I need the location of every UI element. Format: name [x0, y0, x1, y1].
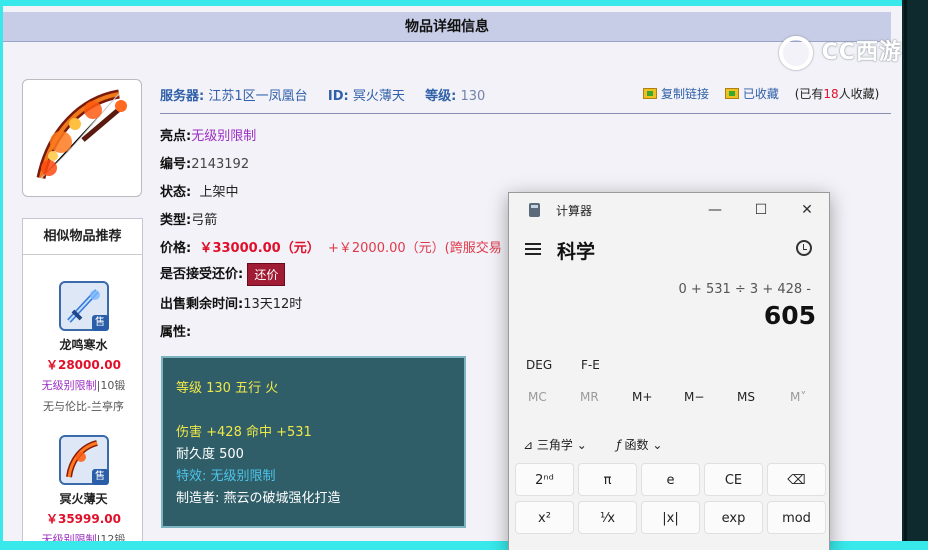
server-value: 江苏1区一凤凰台: [208, 89, 308, 104]
calculator-app-icon: [529, 203, 540, 217]
similar-item-name[interactable]: 龙鸣寒水: [23, 336, 144, 353]
favorited-button[interactable]: 已收藏: [724, 87, 779, 101]
function-dropdown[interactable]: ƒ 函数 ⌄: [616, 438, 662, 452]
bow-icon: [36, 89, 127, 179]
number-row: 编号:2143192: [160, 157, 250, 172]
similar-item-thumbnail[interactable]: 售: [58, 281, 109, 331]
summary-divider: [160, 113, 891, 114]
absolute-key[interactable]: |x|: [641, 501, 700, 534]
price-row: 价格: ￥33000.00（元） +￥2000.00（元）(跨服交易: [160, 241, 502, 256]
hamburger-menu-icon[interactable]: [525, 243, 541, 258]
memory-recall-button[interactable]: MR: [580, 390, 599, 404]
highlight-value: 无级别限制: [191, 129, 257, 144]
similar-item[interactable]: 售 冥火薄天 ￥35999.00 无级别限制|12锻: [23, 435, 144, 541]
mod-key[interactable]: mod: [767, 501, 826, 534]
chevron-down-icon: ⌄: [576, 438, 587, 452]
sell-badge: 售: [91, 469, 109, 485]
fe-toggle[interactable]: F-E: [581, 358, 600, 372]
item-image: [22, 79, 142, 197]
exp-key[interactable]: exp: [704, 501, 763, 534]
attr-level-element: 等级 130 五行 火: [176, 381, 279, 396]
function-icon: ƒ: [616, 438, 621, 452]
reciprocal-key[interactable]: ¹⁄x: [578, 501, 637, 534]
deg-toggle[interactable]: DEG: [526, 358, 552, 372]
status-value: 上架中: [199, 185, 239, 200]
item-actions: 复制链接 已收藏 (已有18人收藏): [643, 85, 879, 102]
attr-damage-hit: 伤害 +428 命中 +531: [176, 425, 312, 440]
site-watermark: CC西游: [779, 34, 902, 70]
chevron-down-icon: ⌄: [652, 438, 663, 452]
calculator-titlebar[interactable]: 计算器 — ☐ ✕: [509, 193, 829, 227]
copy-link-button[interactable]: 复制链接: [643, 87, 709, 101]
counter-offer-row: 是否接受还价: 还价: [160, 263, 286, 286]
similar-items-title: 相似物品推荐: [23, 219, 142, 255]
price-extra: +￥2000.00（元）(跨服交易: [328, 241, 502, 256]
sell-badge: 售: [91, 315, 109, 331]
second-function-key[interactable]: 2ⁿᵈ: [515, 463, 574, 496]
server-label: 服务器:: [160, 89, 205, 104]
triangle-icon: ⊿: [523, 438, 534, 452]
calculator-window: 计算器 — ☐ ✕ 科学 0 + 531 ÷ 3 + 428 - 605 DEG…: [508, 192, 830, 550]
pi-key[interactable]: π: [578, 463, 637, 496]
status-row: 状态: 上架中: [160, 185, 239, 200]
history-icon[interactable]: [796, 240, 812, 256]
memory-subtract-button[interactable]: M−: [684, 390, 704, 404]
maximize-button[interactable]: ☐: [749, 199, 773, 221]
backspace-key[interactable]: ⌫: [767, 463, 826, 496]
memory-clear-button[interactable]: MC: [528, 390, 547, 404]
euler-key[interactable]: e: [641, 463, 700, 496]
level-value: 130: [460, 89, 486, 104]
attr-maker: 制造者: 燕云の破城强化打造: [176, 491, 341, 506]
page-title: 物品详细信息: [3, 12, 891, 42]
square-key[interactable]: x²: [515, 501, 574, 534]
similar-item-tag: 无级别限制|10锻: [41, 379, 126, 392]
memory-list-button[interactable]: M˅: [790, 390, 806, 404]
copy-link-icon: [643, 88, 657, 99]
function-dropdowns: ⊿ 三角学 ⌄ ƒ 函数 ⌄: [523, 436, 662, 453]
right-background-strip: [902, 0, 928, 550]
similar-item-server: 无与伦比-兰亭序: [43, 400, 124, 413]
price-value: ￥33000.00（元）: [199, 241, 320, 256]
time-left-row: 出售剩余时间:13天12时: [160, 297, 303, 312]
favorite-count: (已有18人收藏): [794, 87, 880, 101]
calculator-result: 605: [763, 301, 816, 330]
similar-items-panel: 相似物品推荐 售 龙鸣寒水 ￥28000.00 无级别限制|10锻 无与伦比-兰…: [22, 218, 143, 541]
attr-special-effect: 特效: 无级别限制: [176, 469, 276, 484]
summary-row: 服务器: 江苏1区一凤凰台 ID: 冥火薄天 等级: 130: [160, 85, 485, 104]
time-left-value: 13天12时: [243, 297, 303, 312]
similar-item-tag: 无级别限制|12锻: [41, 533, 126, 541]
calculator-mode-title: 科学: [557, 241, 596, 263]
attributes-box: 等级 130 五行 火 伤害 +428 命中 +531 耐久度 500 特效: …: [161, 356, 466, 528]
similar-item-name[interactable]: 冥火薄天: [23, 490, 144, 507]
type-row: 类型:弓箭: [160, 213, 218, 228]
similar-item-thumbnail[interactable]: 售: [58, 435, 109, 485]
similar-item[interactable]: 售 龙鸣寒水 ￥28000.00 无级别限制|10锻 无与伦比-兰亭序: [23, 281, 144, 414]
calculator-title: 计算器: [556, 204, 593, 218]
similar-item-price: ￥35999.00: [45, 512, 121, 526]
attr-durability: 耐久度 500: [176, 447, 244, 462]
type-value: 弓箭: [191, 213, 218, 228]
minimize-button[interactable]: —: [703, 199, 727, 221]
favorite-icon: [724, 88, 739, 99]
memory-store-button[interactable]: MS: [737, 390, 755, 404]
id-value: 冥火薄天: [352, 89, 405, 104]
memory-add-button[interactable]: M+: [632, 390, 652, 404]
id-label: ID:: [327, 89, 349, 104]
counter-offer-button[interactable]: 还价: [247, 263, 286, 286]
close-button[interactable]: ✕: [795, 199, 819, 221]
calculator-expression: 0 + 531 ÷ 3 + 428 -: [678, 282, 811, 297]
watermark-logo-icon: [779, 36, 813, 70]
number-value: 2143192: [191, 157, 250, 172]
clear-entry-key[interactable]: CE: [704, 463, 763, 496]
similar-item-price: ￥28000.00: [45, 358, 121, 372]
attr-label-row: 属性:: [160, 325, 192, 340]
level-label: 等级:: [425, 89, 457, 104]
highlight-row: 亮点:无级别限制: [160, 129, 257, 144]
trigonometry-dropdown[interactable]: ⊿ 三角学 ⌄: [523, 438, 587, 452]
